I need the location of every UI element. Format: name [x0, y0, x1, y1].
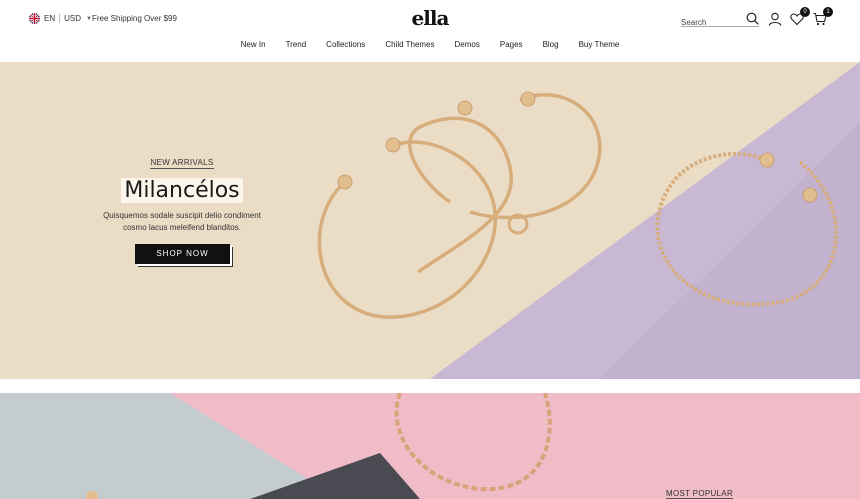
second-banner-eyebrow[interactable]: MOST POPULAR [666, 489, 734, 499]
uk-flag-icon [29, 13, 40, 24]
nav-item-collections[interactable]: Collections [316, 40, 375, 49]
nav-item-blog[interactable]: Blog [533, 40, 569, 49]
nav-item-trend[interactable]: Trend [276, 40, 317, 49]
hero-eyebrow[interactable]: NEW ARRIVALS [150, 158, 214, 169]
search-form [681, 12, 759, 30]
search-input[interactable] [681, 15, 741, 30]
nav-item-buy-theme[interactable]: Buy Theme [569, 40, 630, 49]
hero-title-text: Milancélos [121, 178, 243, 203]
site-logo[interactable]: ella [400, 6, 460, 30]
main-nav: New In Trend Collections Child Themes De… [0, 40, 860, 49]
hero-title: Milancélos [102, 178, 262, 203]
shop-now-button[interactable]: SHOP NOW [135, 244, 230, 264]
hero-banner[interactable]: NEW ARRIVALS Milancélos Quisquemos sodal… [0, 62, 860, 379]
wishlist-button[interactable]: 0 [790, 7, 810, 26]
locale-divider [59, 14, 61, 23]
wishlist-count-badge: 0 [800, 7, 810, 17]
currency-label[interactable]: USD [64, 14, 81, 23]
hero-content: NEW ARRIVALS Milancélos Quisquemos sodal… [102, 152, 262, 234]
locale-selector[interactable]: EN USD ▼ [29, 13, 92, 24]
second-banner-background-image [0, 393, 860, 499]
cart-count-badge: 1 [823, 7, 833, 17]
site-header: EN USD ▼ Free Shipping Over $99 ella 0 1… [0, 0, 860, 62]
shipping-notice: Free Shipping Over $99 [92, 14, 177, 23]
language-label[interactable]: EN [44, 14, 55, 23]
nav-item-demos[interactable]: Demos [445, 40, 490, 49]
second-banner[interactable]: MOST POPULAR [0, 393, 860, 499]
hero-description: Quisquemos sodale suscipit delio condime… [103, 211, 261, 232]
nav-item-child-themes[interactable]: Child Themes [375, 40, 444, 49]
user-icon[interactable] [768, 12, 782, 26]
search-icon[interactable] [746, 12, 759, 25]
cart-button[interactable]: 1 [813, 7, 833, 26]
nav-item-pages[interactable]: Pages [490, 40, 533, 49]
nav-item-new-in[interactable]: New In [231, 40, 276, 49]
